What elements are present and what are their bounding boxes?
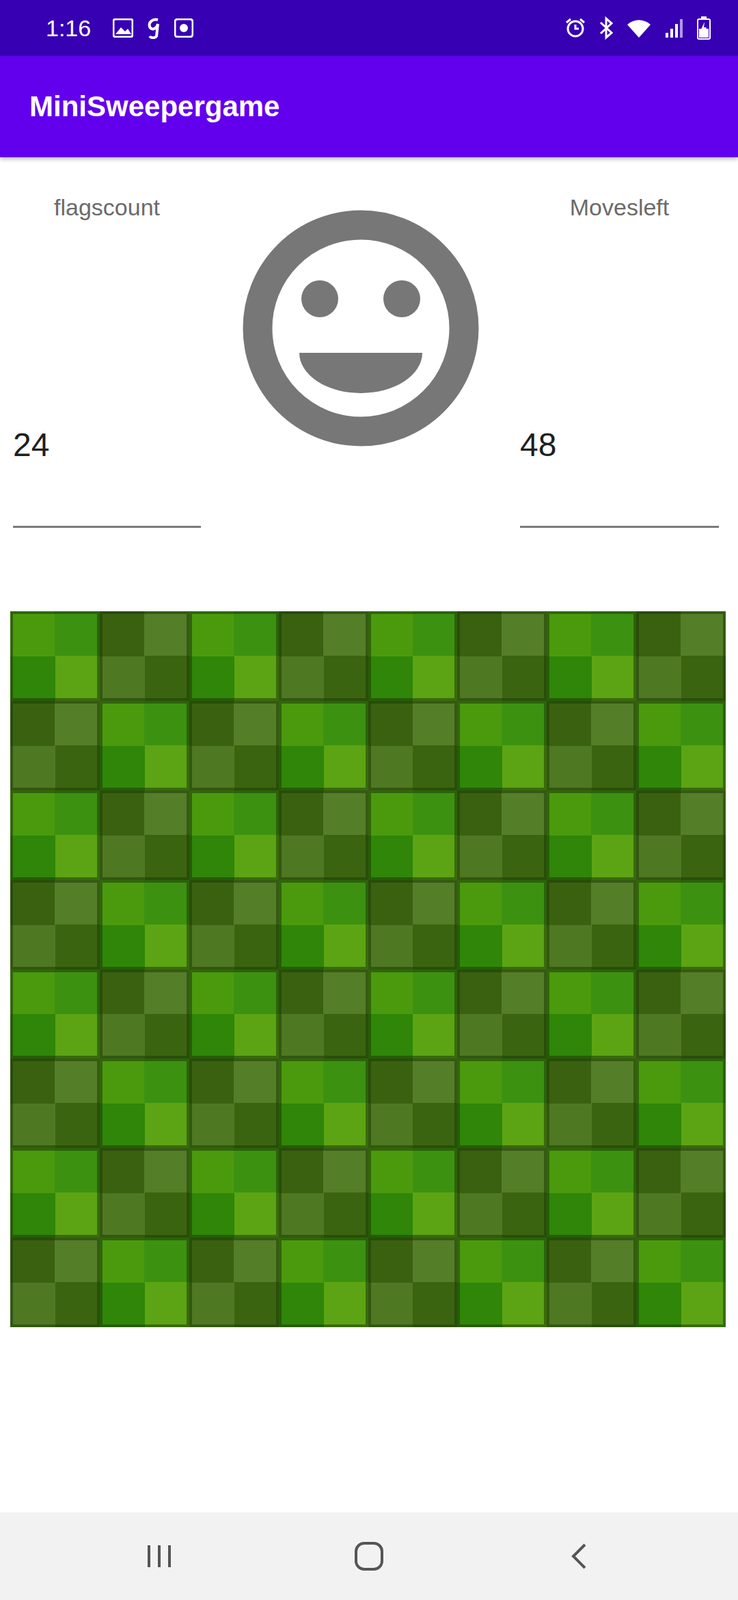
board-tile[interactable] [99, 1236, 190, 1327]
board-tile[interactable] [278, 1236, 369, 1327]
board-tile[interactable] [368, 700, 458, 790]
alarm-icon [564, 17, 587, 39]
board-tile[interactable] [546, 789, 637, 880]
board-tile[interactable] [546, 1147, 637, 1237]
board-tile[interactable] [278, 879, 369, 969]
board-tile[interactable] [10, 700, 100, 790]
board-tile[interactable] [546, 968, 637, 1059]
board-tile[interactable] [99, 789, 190, 880]
signal-icon [664, 17, 685, 39]
board-tile[interactable] [189, 1236, 279, 1327]
board-tile[interactable] [636, 879, 726, 969]
status-right [564, 16, 711, 40]
battery-icon [697, 16, 711, 40]
board-tile[interactable] [636, 610, 726, 701]
flags-field[interactable]: 24 [12, 425, 201, 528]
board-tile[interactable] [99, 700, 190, 790]
board-tile[interactable] [368, 610, 458, 701]
gallery-icon [112, 18, 134, 38]
status-time: 1:16 [45, 15, 91, 42]
board-tile[interactable] [278, 1057, 369, 1148]
board-tile[interactable] [368, 1147, 458, 1237]
board-tile[interactable] [189, 700, 279, 790]
reset-button[interactable] [200, 157, 521, 528]
board-tile[interactable] [457, 968, 547, 1059]
board-tile[interactable] [546, 700, 637, 790]
board-tile[interactable] [368, 789, 458, 880]
screenshot-icon [174, 18, 194, 38]
board-tile[interactable] [636, 968, 726, 1059]
board-tile[interactable] [189, 1147, 279, 1237]
board-tile[interactable] [278, 968, 369, 1059]
board-tile[interactable] [636, 1057, 726, 1148]
moves-field[interactable]: 48 [520, 425, 719, 528]
status-left: 1:16 [45, 15, 194, 42]
wifi-icon [625, 17, 652, 39]
board-tile[interactable] [99, 879, 190, 969]
screen: 1:16 MiniSweepergame flagscount 24 Movesleft… [0, 0, 738, 1599]
moves-label: Movesleft [520, 193, 719, 221]
board-tile[interactable] [189, 789, 279, 880]
board-tile[interactable] [99, 1147, 190, 1237]
board-tile[interactable] [546, 1057, 637, 1148]
smiley-face-icon[interactable] [242, 209, 480, 447]
board-tile[interactable] [636, 789, 726, 880]
board-tile[interactable] [368, 968, 458, 1059]
board-tile[interactable] [99, 968, 190, 1059]
board-tile[interactable] [636, 1236, 726, 1327]
board-tile[interactable] [10, 1147, 100, 1237]
app-bar: MiniSweepergame [0, 56, 738, 158]
board-tile[interactable] [278, 610, 369, 701]
recent-apps-icon[interactable] [145, 1542, 173, 1568]
board-tile[interactable] [546, 610, 637, 701]
board-tile[interactable] [368, 1057, 458, 1148]
flags-label: flagscount [12, 193, 201, 221]
board-tile[interactable] [457, 700, 547, 790]
board-tile[interactable] [10, 879, 100, 969]
board-tile[interactable] [457, 1147, 547, 1237]
app-notification-icon [145, 17, 162, 39]
game-board [10, 610, 726, 1327]
board-tile[interactable] [99, 610, 190, 701]
board-tile[interactable] [546, 1236, 637, 1327]
board-tile[interactable] [10, 789, 100, 880]
board-tile[interactable] [457, 610, 547, 701]
board-tile[interactable] [189, 610, 279, 701]
board-tile[interactable] [278, 700, 369, 790]
board-tile[interactable] [10, 1057, 100, 1148]
board-tile[interactable] [457, 1236, 547, 1327]
bluetooth-icon [598, 16, 614, 40]
game-header: flagscount 24 Movesleft 48 [0, 157, 738, 528]
board-tile[interactable] [636, 1147, 726, 1237]
board-tile[interactable] [546, 879, 637, 969]
app-title: MiniSweepergame [29, 90, 280, 123]
board-tile[interactable] [189, 1057, 279, 1148]
home-icon[interactable] [353, 1540, 385, 1571]
status-bar: 1:16 [0, 0, 738, 57]
board-tile[interactable] [278, 789, 369, 880]
board-tile[interactable] [457, 1057, 547, 1148]
board-tile[interactable] [10, 968, 100, 1059]
board-tile[interactable] [457, 789, 547, 880]
board-tile[interactable] [10, 610, 100, 701]
flags-counter: flagscount 24 [12, 157, 201, 528]
navigation-bar [0, 1511, 738, 1599]
board-tile[interactable] [636, 700, 726, 790]
board-tile[interactable] [457, 879, 547, 969]
board-tile[interactable] [368, 1236, 458, 1327]
back-icon[interactable] [568, 1541, 590, 1569]
board-tile[interactable] [368, 879, 458, 969]
board-tile[interactable] [189, 879, 279, 969]
moves-counter: Movesleft 48 [520, 157, 719, 528]
board-tile[interactable] [189, 968, 279, 1059]
board-tile[interactable] [278, 1147, 369, 1237]
board-tile[interactable] [10, 1236, 100, 1327]
board-tile[interactable] [99, 1057, 190, 1148]
